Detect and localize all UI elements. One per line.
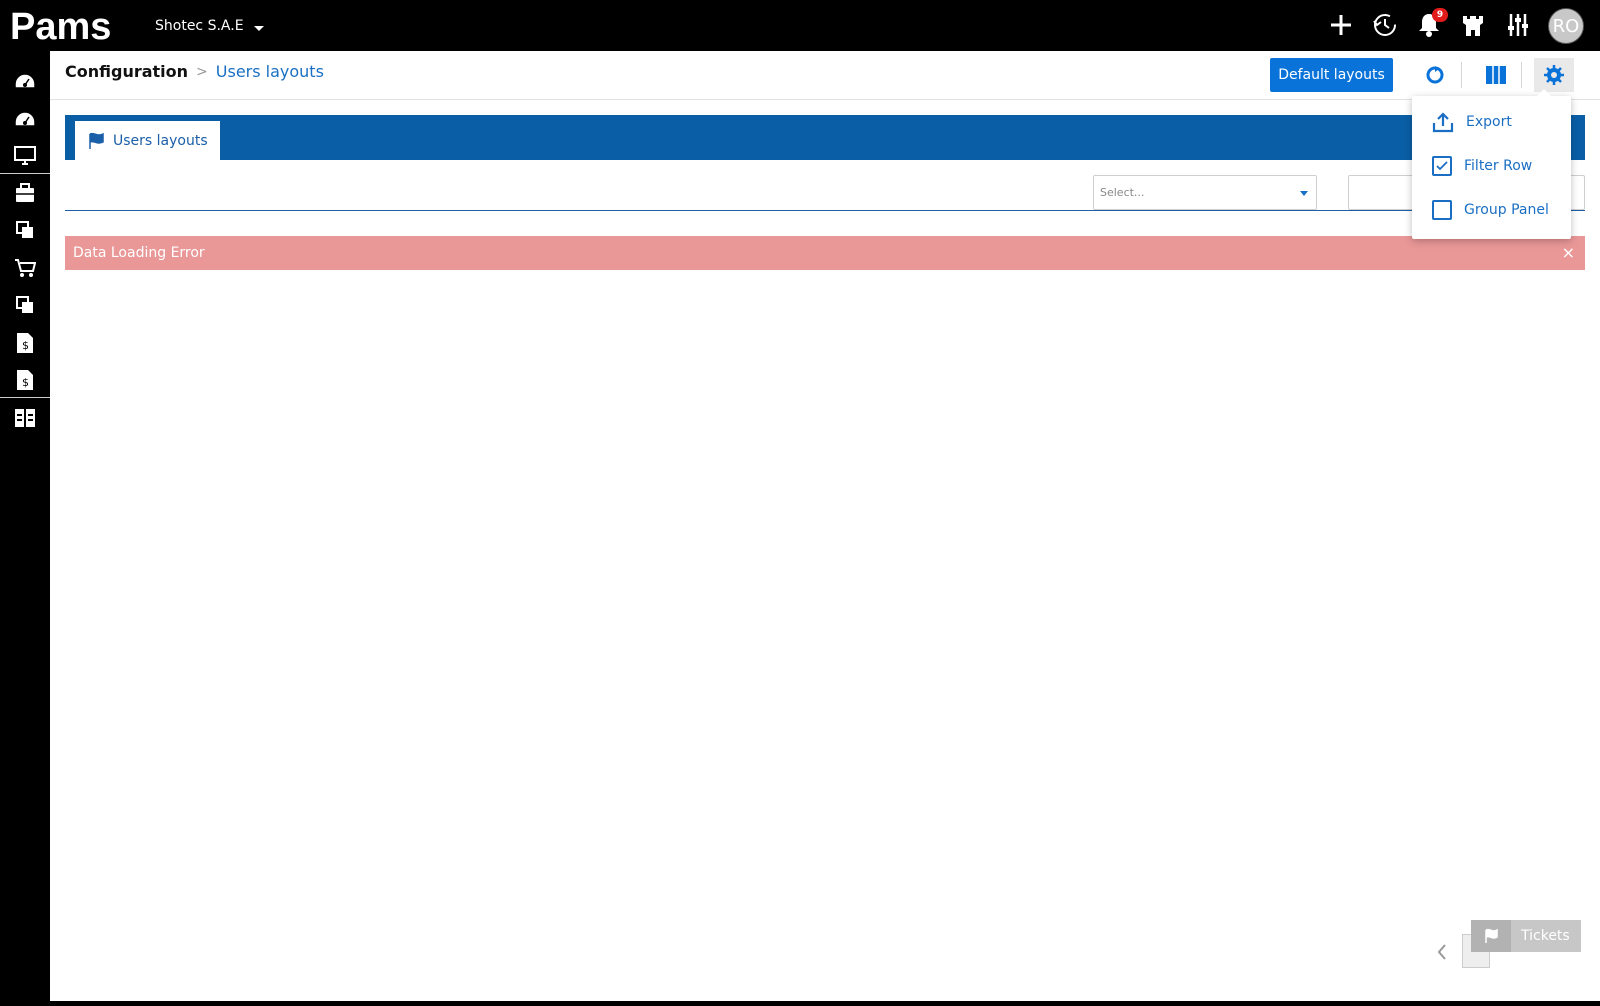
documents-icon[interactable] — [13, 218, 37, 242]
export-icon — [1432, 112, 1454, 133]
settings-menu: Export Filter Row Group Panel — [1412, 89, 1571, 239]
monitor-icon[interactable] — [13, 144, 37, 168]
tab-label: Users layouts — [113, 132, 208, 149]
tab-users-layouts[interactable]: Users layouts — [75, 121, 220, 160]
checkbox-checked-icon[interactable] — [1432, 156, 1452, 176]
tickets-button[interactable]: Tickets — [1471, 920, 1581, 952]
breadcrumb-current: Users layouts — [215, 62, 324, 81]
bottom-edge — [0, 1001, 1600, 1006]
toolbar-divider-line — [65, 210, 1585, 211]
top-bar: Pams Shotec S.A.E 9 RO — [0, 0, 1600, 51]
breadcrumb-root[interactable]: Configuration — [65, 62, 188, 81]
menu-item-label: Export — [1466, 114, 1512, 130]
menu-item-filter-row[interactable]: Filter Row — [1432, 154, 1532, 178]
refresh-icon[interactable] — [1422, 62, 1448, 88]
tab-bar: Users layouts — [65, 115, 1585, 160]
error-banner: Data Loading Error × — [65, 236, 1585, 270]
header-divider-line — [50, 99, 1600, 100]
pager-prev-button[interactable] — [1432, 940, 1452, 964]
sliders-icon[interactable] — [1503, 10, 1533, 40]
history-icon[interactable] — [1370, 10, 1400, 40]
briefcase-icon[interactable] — [13, 181, 37, 205]
svg-text:$: $ — [22, 376, 29, 389]
company-name: Shotec S.A.E — [155, 18, 244, 34]
svg-text:Pams: Pams — [10, 6, 111, 45]
pams-logo[interactable]: Pams — [10, 5, 130, 45]
sidebar-divider — [0, 397, 50, 398]
castle-icon[interactable] — [1458, 10, 1488, 40]
menu-item-export[interactable]: Export — [1432, 110, 1512, 134]
dashboard-icon[interactable] — [13, 107, 37, 131]
menu-item-group-panel[interactable]: Group Panel — [1432, 198, 1549, 222]
flag-icon — [1471, 920, 1511, 952]
chevron-down-icon — [253, 25, 264, 31]
user-avatar[interactable]: RO — [1548, 8, 1584, 44]
select-placeholder: Select... — [1100, 186, 1145, 199]
invoice-icon[interactable]: $ — [13, 368, 37, 392]
menu-item-label: Group Panel — [1464, 202, 1549, 218]
dashboard-icon[interactable] — [13, 69, 37, 93]
error-message: Data Loading Error — [73, 245, 205, 261]
layout-select[interactable]: Select... — [1093, 175, 1317, 210]
checkbox-unchecked-icon[interactable] — [1432, 200, 1452, 220]
notification-badge: 9 — [1432, 8, 1448, 22]
close-icon[interactable]: × — [1562, 243, 1575, 262]
settings-gear-button[interactable] — [1534, 58, 1574, 92]
invoice-icon[interactable]: $ — [13, 331, 37, 355]
company-selector[interactable]: Shotec S.A.E — [155, 18, 264, 34]
gear-icon — [1544, 65, 1564, 85]
notification-bell-icon[interactable]: 9 — [1414, 8, 1448, 40]
svg-text:$: $ — [22, 339, 29, 352]
menu-item-label: Filter Row — [1464, 158, 1533, 174]
header-divider — [1461, 62, 1462, 88]
cart-icon[interactable] — [13, 256, 37, 280]
documents-icon[interactable] — [13, 293, 37, 317]
grid-icon[interactable] — [13, 406, 37, 430]
sidebar-divider — [0, 173, 50, 174]
chevron-down-icon — [1300, 191, 1308, 196]
sidebar: $ $ — [0, 51, 50, 1006]
flag-icon — [89, 132, 104, 149]
columns-icon[interactable] — [1483, 62, 1509, 88]
chevron-right-icon: > — [196, 63, 208, 80]
header-divider — [1521, 62, 1522, 88]
breadcrumb: Configuration > Users layouts — [65, 62, 324, 81]
chevron-left-icon — [1437, 944, 1446, 960]
default-layouts-button[interactable]: Default layouts — [1270, 58, 1393, 92]
add-icon[interactable] — [1326, 10, 1356, 40]
tickets-label: Tickets — [1521, 928, 1570, 944]
